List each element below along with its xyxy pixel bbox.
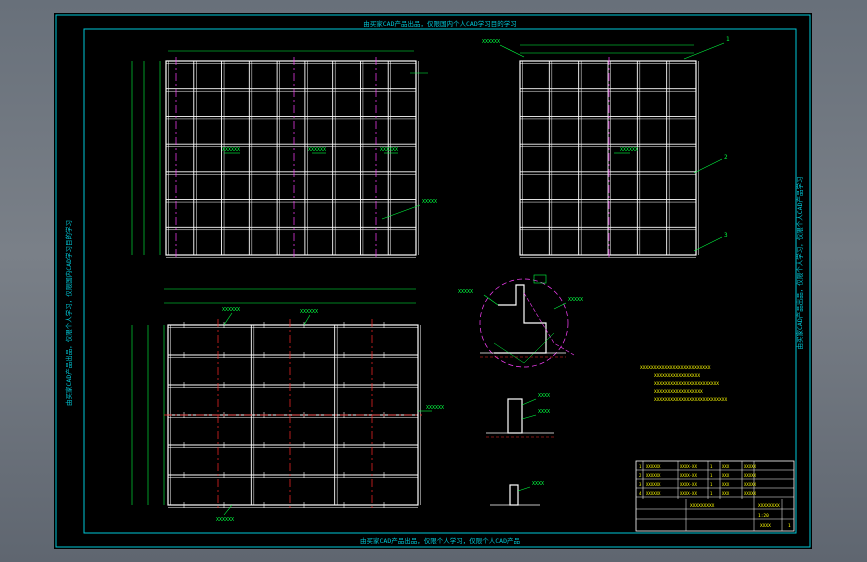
front-callout-2: XXXXXX <box>308 147 326 153</box>
svg-text:XXXXX: XXXXX <box>744 464 757 469</box>
svg-text:3: 3 <box>639 482 642 487</box>
note-line-3: XXXXXXXXXXXXXXXXXXXXXXXX <box>654 381 719 387</box>
plan-dim-lines <box>131 288 416 505</box>
front-centerlines <box>175 57 377 259</box>
svg-text:XXXX-XX: XXXX-XX <box>680 473 697 478</box>
title-scale: 1:20 <box>758 513 769 519</box>
title-code: XXXX <box>760 523 771 529</box>
section-callout-4: XXXX <box>538 409 550 415</box>
side-dim-lines <box>520 44 694 54</box>
svg-text:1: 1 <box>710 482 713 487</box>
balloon-2: 2 <box>724 154 728 161</box>
plan-view[interactable]: XXXXXX XXXXXX XXXXXX XXXXXX <box>131 288 444 523</box>
svg-text:XXX: XXX <box>722 464 730 469</box>
svg-text:1: 1 <box>710 473 713 478</box>
svg-text:XXXX-XX: XXXX-XX <box>680 482 697 487</box>
svg-text:XXXXXX: XXXXXX <box>646 464 661 469</box>
svg-text:1: 1 <box>639 464 642 469</box>
svg-text:XXX: XXX <box>722 482 730 487</box>
plan-leaders <box>223 312 432 516</box>
balloon-1: 1 <box>726 36 730 43</box>
svg-text:XXXXXX: XXXXXX <box>646 491 661 496</box>
front-outline <box>165 60 417 256</box>
technical-notes: XXXXXXXXXXXXXXXXXXXXXXXXXX XXXXXXXXXXXXX… <box>640 365 727 403</box>
note-line-1: XXXXXXXXXXXXXXXXXXXXXXXXXX <box>640 365 711 371</box>
svg-text:4: 4 <box>639 491 642 496</box>
plan-callout-1: XXXXXX <box>222 307 240 313</box>
section-callout-5: XXXX <box>532 481 544 487</box>
side-callout-2: XXXXXX <box>620 147 638 153</box>
title-block-grid <box>636 461 794 531</box>
section-callout-1: XXXXX <box>458 289 473 295</box>
section-callout-2: XXXXX <box>568 297 583 303</box>
border-text-bottom: 由买家CAD产品出品，仅限个人学习，仅限个人CAD产品 <box>360 536 520 545</box>
border-text-left: 由买家CAD产品出品，仅限个人学习，仅限国内CAD学习目的学习 <box>64 220 73 406</box>
front-frame-grid <box>165 60 419 258</box>
note-line-2: XXXXXXXXXXXXXXXXX <box>654 373 700 379</box>
section-callout-3: XXXX <box>538 393 550 399</box>
side-leaders <box>499 42 725 252</box>
title-sheet: 1 <box>788 523 791 529</box>
front-callout-3: XXXXXX <box>380 147 398 153</box>
svg-text:XXXX-XX: XXXX-XX <box>680 464 697 469</box>
plan-callout-3: XXXXXX <box>426 405 444 411</box>
section-b-detail <box>486 398 554 438</box>
section-details[interactable]: XXXXX XXXXX XXXX XXXX XXXX <box>458 274 583 506</box>
balloon-3: 3 <box>724 232 728 239</box>
svg-text:1: 1 <box>710 491 713 496</box>
inner-frame <box>83 28 797 534</box>
front-leaders <box>224 72 428 220</box>
front-elevation-view[interactable]: XXXXXX XXXXXX XXXXXX XXXXX <box>131 50 437 259</box>
title-block-rows: 1 XXXXXX XXXX-XX 1 XXX XXXXX 2 XXXXXX XX… <box>639 464 757 496</box>
svg-text:XXX: XXX <box>722 491 730 496</box>
outer-frame <box>55 14 811 548</box>
svg-text:2: 2 <box>639 473 642 478</box>
svg-text:XXXXX: XXXXX <box>744 482 757 487</box>
front-callout-4: XXXXX <box>422 199 437 205</box>
title-block[interactable]: 1 XXXXXX XXXX-XX 1 XXX XXXXX 2 XXXXXX XX… <box>635 460 795 532</box>
front-dim-lines <box>131 50 414 255</box>
border-text-right: 由买家CAD产品出品，仅限个人学习，仅限个人CAD产品学习 <box>795 177 804 350</box>
cad-drawing[interactable]: 由买家CAD产品出品，仅限国内个人CAD学习目的学习 由买家CAD产品出品，仅限… <box>54 13 812 549</box>
note-line-4: XXXXXXXXXXXXXXXXXX <box>654 389 703 395</box>
svg-text:XXX: XXX <box>722 473 730 478</box>
svg-text:XXXXXX: XXXXXX <box>646 473 661 478</box>
svg-text:XXXX-XX: XXXX-XX <box>680 491 697 496</box>
title-project: XXXXXXXXX <box>690 503 715 509</box>
note-line-5: XXXXXXXXXXXXXXXXXXXXXXXXXXX <box>654 397 727 403</box>
plan-centerlines <box>164 319 422 511</box>
plan-callout-2: XXXXXX <box>300 309 318 315</box>
border-text-top: 由买家CAD产品出品，仅限国内个人CAD学习目的学习 <box>363 19 516 28</box>
svg-text:XXXXX: XXXXX <box>744 473 757 478</box>
title-drawing-name: XXXXXXXX <box>758 503 780 509</box>
svg-text:XXXXXX: XXXXXX <box>646 482 661 487</box>
section-c-detail <box>490 484 540 506</box>
svg-text:XXXXX: XXXXX <box>744 491 757 496</box>
plan-callout-4: XXXXXX <box>216 517 234 523</box>
side-callout-1: XXXXXX <box>482 39 500 45</box>
svg-text:1: 1 <box>710 464 713 469</box>
section-a-detail <box>479 274 575 368</box>
side-elevation-view[interactable]: XXXXXX XXXXXX 1 2 3 <box>482 36 730 259</box>
front-callout-1: XXXXXX <box>222 147 240 153</box>
